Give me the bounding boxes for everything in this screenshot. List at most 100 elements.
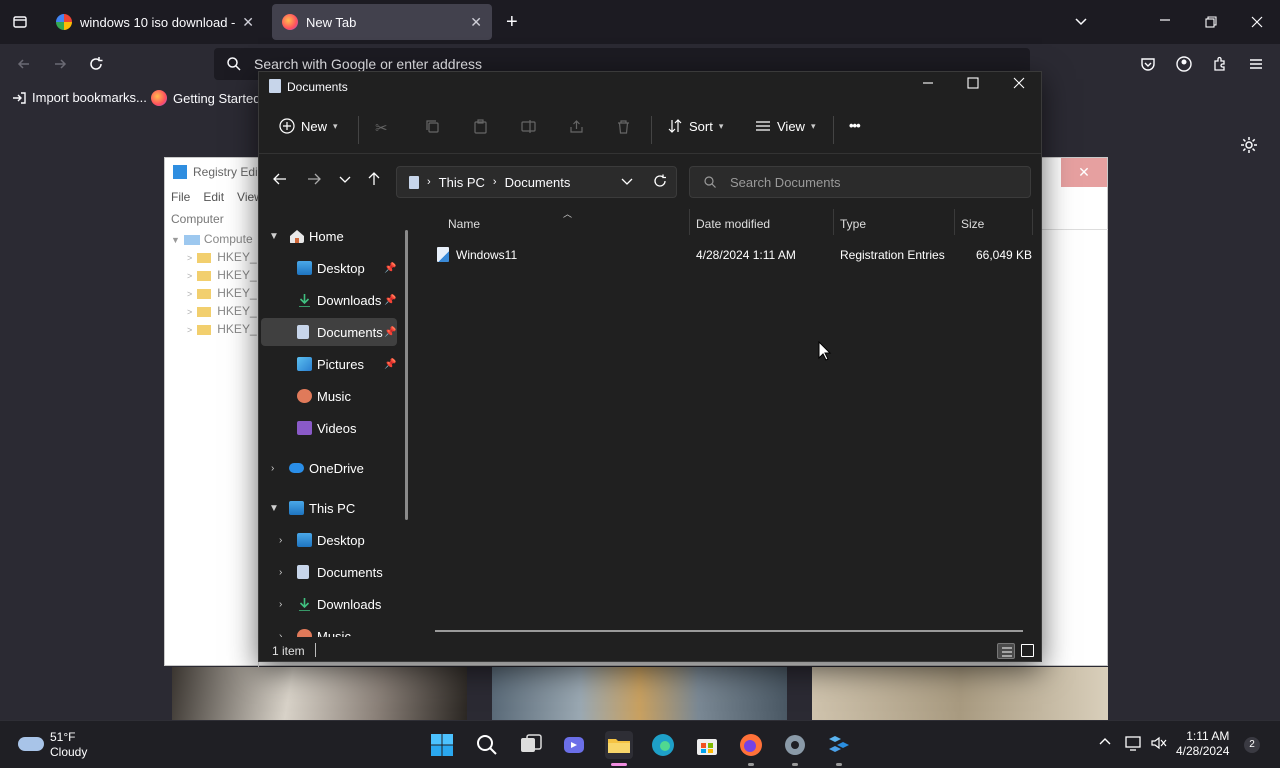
menu-icon[interactable] xyxy=(1248,56,1264,76)
tree-key[interactable]: > HKEY_ xyxy=(187,304,257,318)
column-header-size[interactable]: Size xyxy=(961,217,984,231)
search-input[interactable]: Search Documents xyxy=(689,166,1031,198)
show-hidden-icons[interactable] xyxy=(1098,735,1112,752)
tree-key[interactable]: > HKEY_ xyxy=(187,286,257,300)
tree-root[interactable]: ▼ Compute xyxy=(171,232,253,246)
maximize-button[interactable] xyxy=(958,76,988,93)
reload-icon[interactable] xyxy=(88,56,104,76)
firefox-app[interactable] xyxy=(737,731,765,766)
forward-icon[interactable] xyxy=(307,172,321,190)
cut-icon[interactable]: ✂ xyxy=(375,119,388,137)
rename-icon[interactable] xyxy=(521,119,536,138)
column-header-type[interactable]: Type xyxy=(840,217,866,231)
breadcrumb-this-pc[interactable]: This PC xyxy=(439,175,485,190)
close-window-icon[interactable] xyxy=(1250,15,1264,33)
copy-icon[interactable] xyxy=(425,119,440,138)
tree-key[interactable]: > HKEY_ xyxy=(187,268,257,282)
nav-item-music[interactable]: Music xyxy=(261,382,397,410)
view-button[interactable]: View ▾ xyxy=(755,118,815,134)
close-tab-icon[interactable]: ✕ xyxy=(242,14,254,31)
search-button[interactable] xyxy=(473,731,501,759)
menu-file[interactable]: File xyxy=(171,190,190,204)
column-divider[interactable] xyxy=(954,209,955,235)
forward-icon[interactable] xyxy=(52,56,68,76)
column-header-date[interactable]: Date modified xyxy=(696,217,770,231)
file-row[interactable]: Windows11 4/28/2024 1:11 AM Registration… xyxy=(417,243,1037,267)
column-divider[interactable] xyxy=(689,209,690,235)
close-tab-icon[interactable]: ✕ xyxy=(470,14,482,31)
close-button[interactable]: ✕ xyxy=(1061,158,1107,187)
address-bar[interactable]: Computer xyxy=(171,212,224,226)
list-all-tabs-icon[interactable] xyxy=(1074,14,1088,32)
column-header-name[interactable]: Name xyxy=(448,217,480,231)
network-icon[interactable] xyxy=(1124,735,1142,754)
getting-started-link[interactable]: Getting Started xyxy=(151,90,260,106)
chat-app[interactable] xyxy=(561,731,589,759)
weather-widget[interactable]: 51°F Cloudy xyxy=(16,730,87,760)
nav-item-pc-documents[interactable]: › Documents xyxy=(261,558,397,586)
share-icon[interactable] xyxy=(569,119,584,138)
nav-item-pc-desktop[interactable]: › Desktop xyxy=(261,526,397,554)
import-bookmarks-link[interactable]: Import bookmarks... xyxy=(12,90,147,105)
file-explorer-window[interactable]: Documents New ▾ ✂ Sort ▾ View ▾ ••• › Th… xyxy=(258,71,1042,662)
account-icon[interactable] xyxy=(1176,56,1192,76)
column-divider[interactable] xyxy=(1032,209,1033,235)
store-icon xyxy=(697,739,717,755)
up-icon[interactable] xyxy=(367,172,381,190)
file-explorer-app[interactable] xyxy=(605,731,633,766)
sort-button[interactable]: Sort ▾ xyxy=(667,118,723,134)
start-button[interactable] xyxy=(428,731,456,759)
pocket-icon[interactable] xyxy=(1140,56,1156,76)
details-view-icon[interactable] xyxy=(997,643,1015,659)
nav-item-downloads[interactable]: Downloads 📌 xyxy=(261,286,397,314)
address-bar[interactable]: › This PC › Documents xyxy=(396,166,677,198)
refresh-icon[interactable] xyxy=(653,174,667,191)
browser-tab-strip: windows 10 iso download - Goo ✕ New Tab … xyxy=(0,0,1280,44)
back-icon[interactable] xyxy=(16,56,32,76)
tab-list-icon[interactable] xyxy=(12,14,28,34)
settings-gear-icon[interactable] xyxy=(1240,136,1258,158)
menu-edit[interactable]: Edit xyxy=(203,190,224,204)
minimize-icon[interactable] xyxy=(1158,13,1172,31)
nav-item-desktop[interactable]: Desktop 📌 xyxy=(261,254,397,282)
extensions-icon[interactable] xyxy=(1212,56,1228,76)
nav-item-pc-music[interactable]: › Music xyxy=(261,622,397,637)
settings-app[interactable] xyxy=(781,731,809,766)
notification-badge[interactable]: 2 xyxy=(1244,737,1260,753)
nav-item-pictures[interactable]: Pictures 📌 xyxy=(261,350,397,378)
close-button[interactable] xyxy=(1004,76,1034,93)
horizontal-scrollbar[interactable] xyxy=(435,630,1023,632)
tree-key[interactable]: > HKEY_ xyxy=(187,250,257,264)
volume-muted-icon[interactable] xyxy=(1150,735,1168,754)
back-icon[interactable] xyxy=(273,172,287,190)
nav-item-documents[interactable]: Documents 📌 xyxy=(261,318,397,346)
delete-icon[interactable] xyxy=(616,119,631,138)
nav-item-onedrive[interactable]: › OneDrive xyxy=(261,454,397,482)
nav-item-pc-downloads[interactable]: › Downloads xyxy=(261,590,397,618)
pin-icon: 📌 xyxy=(384,262,397,274)
more-options-button[interactable]: ••• xyxy=(849,118,861,133)
minimize-button[interactable] xyxy=(913,76,943,93)
registry-editor-app[interactable] xyxy=(825,731,853,766)
nav-item-home[interactable]: ▼ Home xyxy=(261,222,397,250)
tiles-view-icon[interactable] xyxy=(1021,644,1034,657)
address-history-icon[interactable] xyxy=(621,175,633,190)
nav-item-this-pc[interactable]: ▼ This PC xyxy=(261,494,397,522)
task-view-button[interactable] xyxy=(517,731,545,759)
nav-item-videos[interactable]: Videos xyxy=(261,414,397,442)
tab-new-tab[interactable]: New Tab ✕ xyxy=(272,4,492,40)
column-divider[interactable] xyxy=(833,209,834,235)
command-bar: New ▾ ✂ Sort ▾ View ▾ ••• xyxy=(259,104,1041,154)
edge-app[interactable] xyxy=(649,731,677,759)
new-button[interactable]: New ▾ xyxy=(279,118,338,134)
new-tab-button[interactable]: + xyxy=(506,12,518,32)
restore-icon[interactable] xyxy=(1204,15,1218,33)
tab-google-search[interactable]: windows 10 iso download - Goo ✕ xyxy=(46,4,264,40)
tree-key[interactable]: > HKEY_ xyxy=(187,322,257,336)
clock[interactable]: 1:11 AM 4/28/2024 xyxy=(1176,729,1229,759)
store-app[interactable] xyxy=(693,731,721,759)
nav-pane-scrollbar[interactable] xyxy=(405,230,408,520)
paste-icon[interactable] xyxy=(473,119,488,138)
recent-locations-icon[interactable] xyxy=(339,172,351,189)
breadcrumb-documents[interactable]: Documents xyxy=(505,175,571,190)
